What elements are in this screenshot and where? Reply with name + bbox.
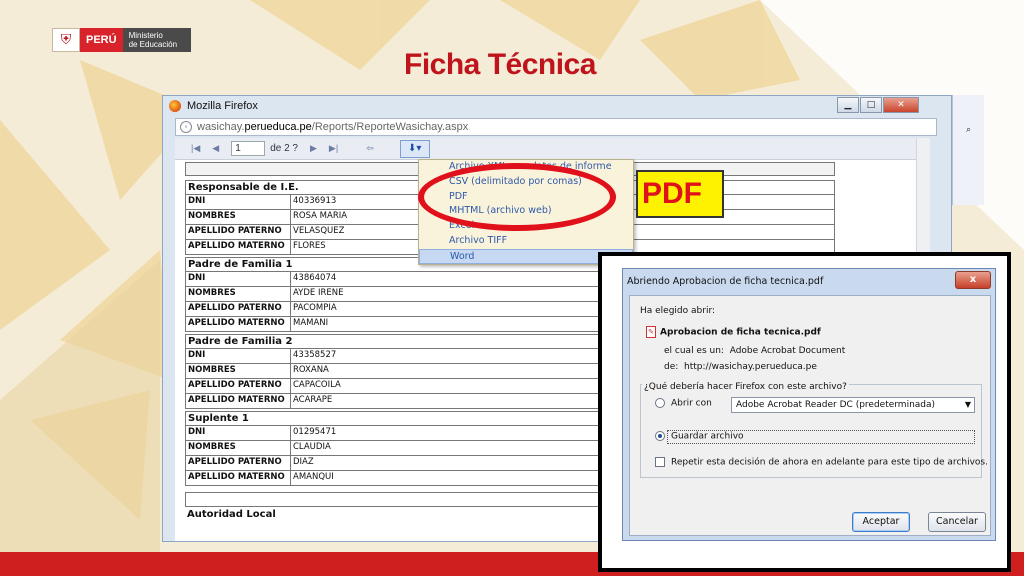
url-domain: perueduca.pe xyxy=(244,121,312,133)
ministry-logo: ⛨ PERÚ Ministerio de Educación xyxy=(52,28,192,52)
field-label: NOMBRES xyxy=(185,441,291,456)
field-label: APELLIDO MATERNO xyxy=(185,240,291,255)
logo-ministry-line2: de Educación xyxy=(128,40,178,49)
save-radio[interactable] xyxy=(655,431,665,441)
page-number-input[interactable]: 1 xyxy=(231,141,266,156)
report-toolbar: |◀ ◀ 1 de 2 ? ▶ ▶| ⇦ ⬇▾ xyxy=(175,138,930,160)
repeat-label: Repetir esta decisión de ahora en adelan… xyxy=(671,457,988,468)
file-type-value: Adobe Acrobat Document xyxy=(729,346,846,356)
logo-ministry-line1: Ministerio xyxy=(128,31,163,40)
file-type-row: el cual es un: Adobe Acrobat Document xyxy=(664,346,845,356)
chose-to-open-label: Ha elegido abrir: xyxy=(640,306,716,316)
dialog-close-button[interactable]: x xyxy=(955,271,991,289)
field-label: APELLIDO PATERNO xyxy=(185,379,291,394)
logo-ministry: Ministerio de Educación xyxy=(122,28,192,52)
file-source-value: http://wasichay.perueduca.pe xyxy=(684,362,817,372)
field-label: APELLIDO PATERNO xyxy=(185,225,291,240)
back-icon[interactable]: ⇦ xyxy=(366,143,374,154)
file-type-label: el cual es un: xyxy=(664,346,724,356)
first-page-icon[interactable]: |◀ xyxy=(191,143,200,154)
next-page-icon[interactable]: ▶ xyxy=(310,143,317,154)
open-with-radio[interactable] xyxy=(655,398,665,408)
export-menu-item[interactable]: Archivo TIFF xyxy=(419,234,633,249)
firefox-logo-icon xyxy=(169,100,181,112)
open-with-value: Adobe Acrobat Reader DC (predeterminada) xyxy=(736,400,936,410)
window-controls: ▁ □ ✕ xyxy=(836,97,919,113)
pdf-file-icon: ✎ xyxy=(646,326,656,338)
coat-of-arms-icon: ⛨ xyxy=(52,28,80,52)
cancel-button[interactable]: Cancelar xyxy=(928,512,986,532)
open-with-label: Abrir con xyxy=(671,398,712,409)
pdf-annotation-label: PDF xyxy=(636,170,724,218)
field-label: APELLIDO PATERNO xyxy=(185,302,291,317)
file-name: Aprobacion de ficha tecnica.pdf xyxy=(660,327,821,338)
url-bar[interactable]: ◦ wasichay. perueduca.pe/Reports/ReporteW… xyxy=(175,118,937,136)
download-dialog: Abriendo Aprobacion de ficha tecnica.pdf… xyxy=(622,268,996,541)
page-count: de 2 ? xyxy=(270,143,298,154)
open-with-select[interactable]: Adobe Acrobat Reader DC (predeterminada)… xyxy=(731,397,975,413)
url-domain-prefix: wasichay. xyxy=(197,121,245,133)
field-label: APELLIDO MATERNO xyxy=(185,394,291,409)
prev-page-icon[interactable]: ◀ xyxy=(212,143,219,154)
field-label: DNI xyxy=(185,426,291,441)
url-path: /Reports/ReporteWasichay.aspx xyxy=(311,121,469,133)
chevron-down-icon: ▼ xyxy=(964,400,971,409)
field-label: DNI xyxy=(185,195,291,210)
field-label: NOMBRES xyxy=(185,364,291,379)
binoculars-icon: ⌕ xyxy=(965,125,972,135)
save-label: Guardar archivo xyxy=(671,431,744,442)
accept-button[interactable]: Aceptar xyxy=(852,512,910,532)
field-label: DNI xyxy=(185,349,291,364)
slide-title: Ficha Técnica xyxy=(404,48,596,81)
field-label: DNI xyxy=(185,272,291,287)
question-label: ¿Qué debería hacer Firefox con este arch… xyxy=(642,382,849,392)
highlight-ellipse xyxy=(418,163,616,231)
action-group: Abrir con Adobe Acrobat Reader DC (prede… xyxy=(640,384,988,478)
maximize-icon[interactable]: □ xyxy=(860,97,882,113)
field-label: APELLIDO MATERNO xyxy=(185,471,291,486)
repeat-option[interactable]: Repetir esta decisión de ahora en adelan… xyxy=(655,457,988,468)
minimize-icon[interactable]: ▁ xyxy=(837,97,859,113)
field-label: NOMBRES xyxy=(185,287,291,302)
firefox-titlebar: Mozilla Firefox xyxy=(163,96,951,116)
file-row: ✎ Aprobacion de ficha tecnica.pdf xyxy=(646,326,821,338)
last-page-icon[interactable]: ▶| xyxy=(329,143,338,154)
open-with-option[interactable]: Abrir con xyxy=(655,398,712,409)
save-option[interactable]: Guardar archivo xyxy=(655,431,744,442)
file-source-label: de: xyxy=(664,362,679,372)
globe-icon: ◦ xyxy=(180,121,192,133)
file-source-row: de: http://wasichay.perueduca.pe xyxy=(664,362,817,372)
logo-country: PERÚ xyxy=(80,28,123,52)
export-button[interactable]: ⬇▾ xyxy=(399,139,430,158)
dialog-body: Ha elegido abrir: ✎ Aprobacion de ficha t… xyxy=(629,295,991,536)
field-label: NOMBRES xyxy=(185,210,291,225)
dialog-title: Abriendo Aprobacion de ficha tecnica.pdf xyxy=(627,276,824,287)
field-label: APELLIDO MATERNO xyxy=(185,317,291,332)
repeat-checkbox[interactable] xyxy=(655,457,665,467)
close-icon[interactable]: ✕ xyxy=(883,97,919,113)
window-title: Mozilla Firefox xyxy=(187,100,258,112)
field-label: APELLIDO PATERNO xyxy=(185,456,291,471)
background-app-edge: ⌕ xyxy=(952,95,984,205)
